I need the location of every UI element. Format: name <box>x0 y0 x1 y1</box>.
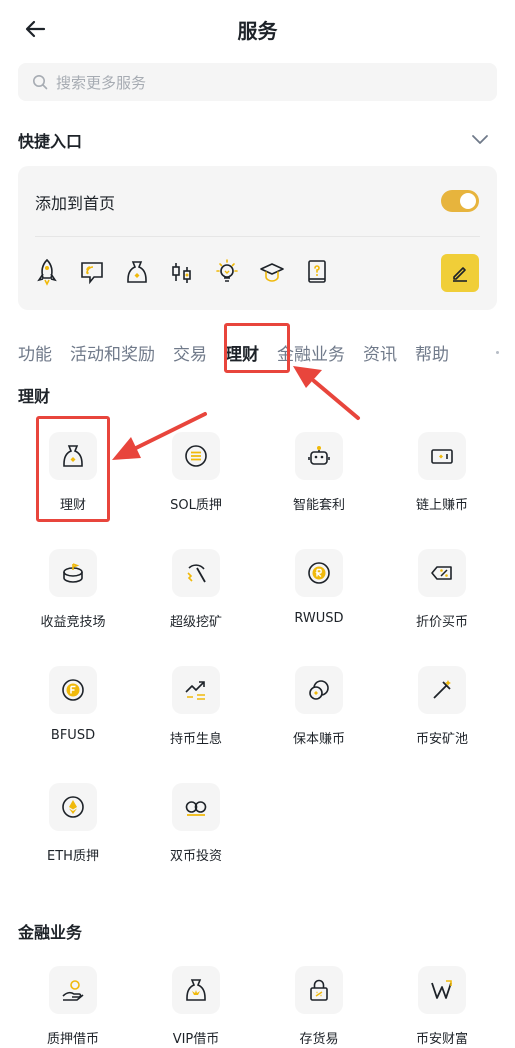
service-item[interactable]: RWUSD <box>264 549 374 649</box>
candlestick-icon[interactable] <box>169 258 195 286</box>
add-to-home-toggle[interactable] <box>441 190 479 212</box>
service-item[interactable]: VIP借币 <box>141 966 251 1048</box>
section-title-finance: 金融业务 <box>18 923 83 942</box>
rwusd-coin-icon <box>295 549 343 597</box>
tab-news[interactable]: 资讯 <box>363 340 397 365</box>
hand-coin-icon <box>49 966 97 1014</box>
divider <box>35 236 480 237</box>
pickaxe-icon <box>172 549 220 597</box>
service-label: ETH质押 <box>47 849 99 864</box>
search-placeholder: 搜索更多服务 <box>56 73 147 92</box>
lightbulb-icon[interactable] <box>214 258 240 286</box>
chevron-down-icon[interactable] <box>469 128 491 150</box>
arrow-shaft-tab <box>312 379 360 420</box>
eth-coin-icon <box>49 783 97 831</box>
chain-wallet-icon <box>418 432 466 480</box>
service-item[interactable]: 保本赚币 <box>264 666 374 766</box>
rocket-icon[interactable] <box>34 258 60 286</box>
quick-entry-card: 添加到首页 <box>18 166 497 310</box>
service-label: 双币投资 <box>169 849 222 864</box>
service-item[interactable]: 链上赚币 <box>387 432 497 532</box>
service-item[interactable]: 币安财富 <box>387 966 497 1048</box>
coins-icon <box>295 666 343 714</box>
pencil-icon <box>453 267 467 282</box>
service-label: BFUSD <box>50 728 96 743</box>
add-to-home-label: 添加到首页 <box>35 194 116 213</box>
tab-help[interactable]: 帮助 <box>415 340 449 365</box>
service-item[interactable]: SOL质押 <box>141 432 251 532</box>
service-item[interactable]: 智能套利 <box>264 432 374 532</box>
vip-bag-icon <box>172 966 220 1014</box>
service-item[interactable]: 币安矿池 <box>387 666 497 766</box>
edit-button[interactable] <box>441 254 479 292</box>
robot-icon <box>295 432 343 480</box>
service-label: 折价买币 <box>415 615 468 630</box>
arrow-head-tab <box>293 366 322 388</box>
highlight-box-item <box>36 416 110 522</box>
service-item[interactable]: 超级挖矿 <box>141 549 251 649</box>
service-label: 币安矿池 <box>415 732 468 747</box>
service-label: 持币生息 <box>169 732 222 747</box>
money-bag-icon[interactable] <box>124 258 150 286</box>
service-item[interactable]: 收益竞技场 <box>18 549 128 649</box>
service-label: 质押借币 <box>46 1032 99 1047</box>
service-label: 存货易 <box>299 1032 339 1047</box>
service-item[interactable]: 存货易 <box>264 966 374 1048</box>
service-item[interactable]: 双币投资 <box>141 783 251 883</box>
service-label: VIP借币 <box>172 1032 220 1047</box>
highlight-box-tab <box>224 323 290 373</box>
quick-entry-icons <box>34 254 349 290</box>
bfusd-coin-icon <box>49 666 97 714</box>
service-label: 币安财富 <box>415 1032 468 1047</box>
toggle-knob <box>460 193 476 209</box>
quick-entry-header[interactable]: 快捷入口 <box>18 128 497 152</box>
service-label: RWUSD <box>294 611 344 626</box>
quick-entry-title: 快捷入口 <box>18 132 83 151</box>
service-label: 智能套利 <box>292 498 345 513</box>
tab-features[interactable]: 功能 <box>18 340 52 365</box>
service-item[interactable]: 质押借币 <box>18 966 128 1048</box>
search-icon <box>33 75 48 90</box>
more-tabs-indicator <box>496 351 499 354</box>
service-label: SOL质押 <box>170 498 222 513</box>
service-label: 收益竞技场 <box>40 615 106 630</box>
service-item[interactable]: 持币生息 <box>141 666 251 766</box>
arena-icon <box>49 549 97 597</box>
page-title: 服务 <box>237 19 278 43</box>
service-item[interactable]: ETH质押 <box>18 783 128 883</box>
service-item[interactable]: BFUSD <box>18 666 128 766</box>
section-title-earn: 理财 <box>18 387 51 406</box>
service-label: 超级挖矿 <box>169 615 222 630</box>
book-question-icon[interactable] <box>304 258 330 286</box>
lock-icon <box>295 966 343 1014</box>
header: 服务 <box>0 0 515 58</box>
service-item[interactable]: 折价买币 <box>387 549 497 649</box>
tab-activities-rewards[interactable]: 活动和奖励 <box>70 340 155 365</box>
search-input[interactable]: 搜索更多服务 <box>18 63 497 101</box>
chat-bubble-icon[interactable] <box>79 258 105 286</box>
discount-tag-icon <box>418 549 466 597</box>
wealth-logo-icon <box>418 966 466 1014</box>
service-label: 保本赚币 <box>292 732 345 747</box>
dual-coin-icon <box>172 783 220 831</box>
trend-up-icon <box>172 666 220 714</box>
service-label: 链上赚币 <box>415 498 468 513</box>
graduation-cap-icon[interactable] <box>259 258 285 286</box>
mining-pool-icon <box>418 666 466 714</box>
sol-coin-icon <box>172 432 220 480</box>
tab-trading[interactable]: 交易 <box>173 340 207 365</box>
